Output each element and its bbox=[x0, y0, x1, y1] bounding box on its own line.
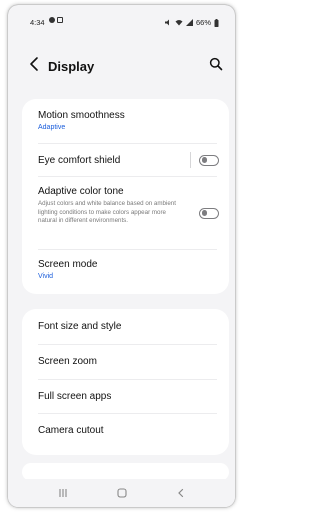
camera-cutout-row[interactable]: Camera cutout bbox=[22, 414, 229, 452]
battery-icon bbox=[214, 18, 219, 27]
phone-screen: 4:34 66% Display Motion smoothness Adapt… bbox=[8, 5, 235, 507]
eye-comfort-shield-label: Eye comfort shield bbox=[38, 155, 121, 166]
row-separator bbox=[190, 152, 191, 168]
toggle-knob bbox=[201, 210, 207, 216]
screen-mode-label: Screen mode bbox=[38, 259, 98, 270]
eye-comfort-shield-row[interactable]: Eye comfort shield bbox=[22, 144, 229, 175]
motion-smoothness-value: Adaptive bbox=[38, 124, 66, 131]
status-bar: 4:34 66% bbox=[8, 5, 235, 29]
adaptive-color-tone-label: Adaptive color tone bbox=[38, 186, 124, 197]
status-time: 4:34 bbox=[30, 18, 45, 27]
motion-smoothness-label: Motion smoothness bbox=[38, 110, 125, 121]
font-size-and-style-label: Font size and style bbox=[38, 321, 122, 332]
search-icon[interactable] bbox=[209, 57, 223, 71]
notification-icons bbox=[49, 17, 63, 23]
adaptive-color-tone-row[interactable]: Adaptive color tone Adjust colors and wh… bbox=[22, 177, 229, 247]
screen-mode-value: Vivid bbox=[38, 273, 54, 280]
wifi-icon bbox=[175, 20, 183, 26]
gallery-notification-icon bbox=[57, 17, 63, 23]
screen-zoom-label: Screen zoom bbox=[38, 356, 97, 367]
home-icon[interactable] bbox=[116, 487, 128, 499]
notification-icon bbox=[49, 17, 55, 23]
signal-icon bbox=[185, 19, 193, 26]
page-title: Display bbox=[48, 59, 95, 74]
app-header: Display bbox=[8, 50, 235, 80]
eye-comfort-shield-toggle[interactable] bbox=[199, 155, 219, 166]
full-screen-apps-row[interactable]: Full screen apps bbox=[22, 380, 229, 413]
chevron-left-icon[interactable] bbox=[28, 56, 42, 72]
adaptive-color-tone-toggle[interactable] bbox=[199, 208, 219, 219]
settings-group-display-quality: Motion smoothness Adaptive Eye comfort s… bbox=[22, 99, 229, 294]
system-status-icons: 66% bbox=[164, 18, 219, 27]
screen-zoom-row[interactable]: Screen zoom bbox=[22, 345, 229, 378]
settings-group-screen: Font size and style Screen zoom Full scr… bbox=[22, 309, 229, 455]
recents-icon[interactable] bbox=[57, 487, 69, 499]
mute-icon bbox=[164, 19, 169, 26]
full-screen-apps-label: Full screen apps bbox=[38, 391, 112, 402]
navigation-bar bbox=[8, 479, 235, 507]
battery-percent: 66% bbox=[195, 18, 211, 27]
screen-mode-row[interactable]: Screen mode Vivid bbox=[22, 250, 229, 292]
adaptive-color-tone-description: Adjust colors and white balance based on… bbox=[38, 200, 176, 224]
camera-cutout-label: Camera cutout bbox=[38, 425, 104, 436]
nav-back-icon[interactable] bbox=[175, 487, 187, 499]
motion-smoothness-row[interactable]: Motion smoothness Adaptive bbox=[22, 99, 229, 141]
font-size-and-style-row[interactable]: Font size and style bbox=[22, 309, 229, 343]
toggle-knob bbox=[201, 157, 207, 163]
